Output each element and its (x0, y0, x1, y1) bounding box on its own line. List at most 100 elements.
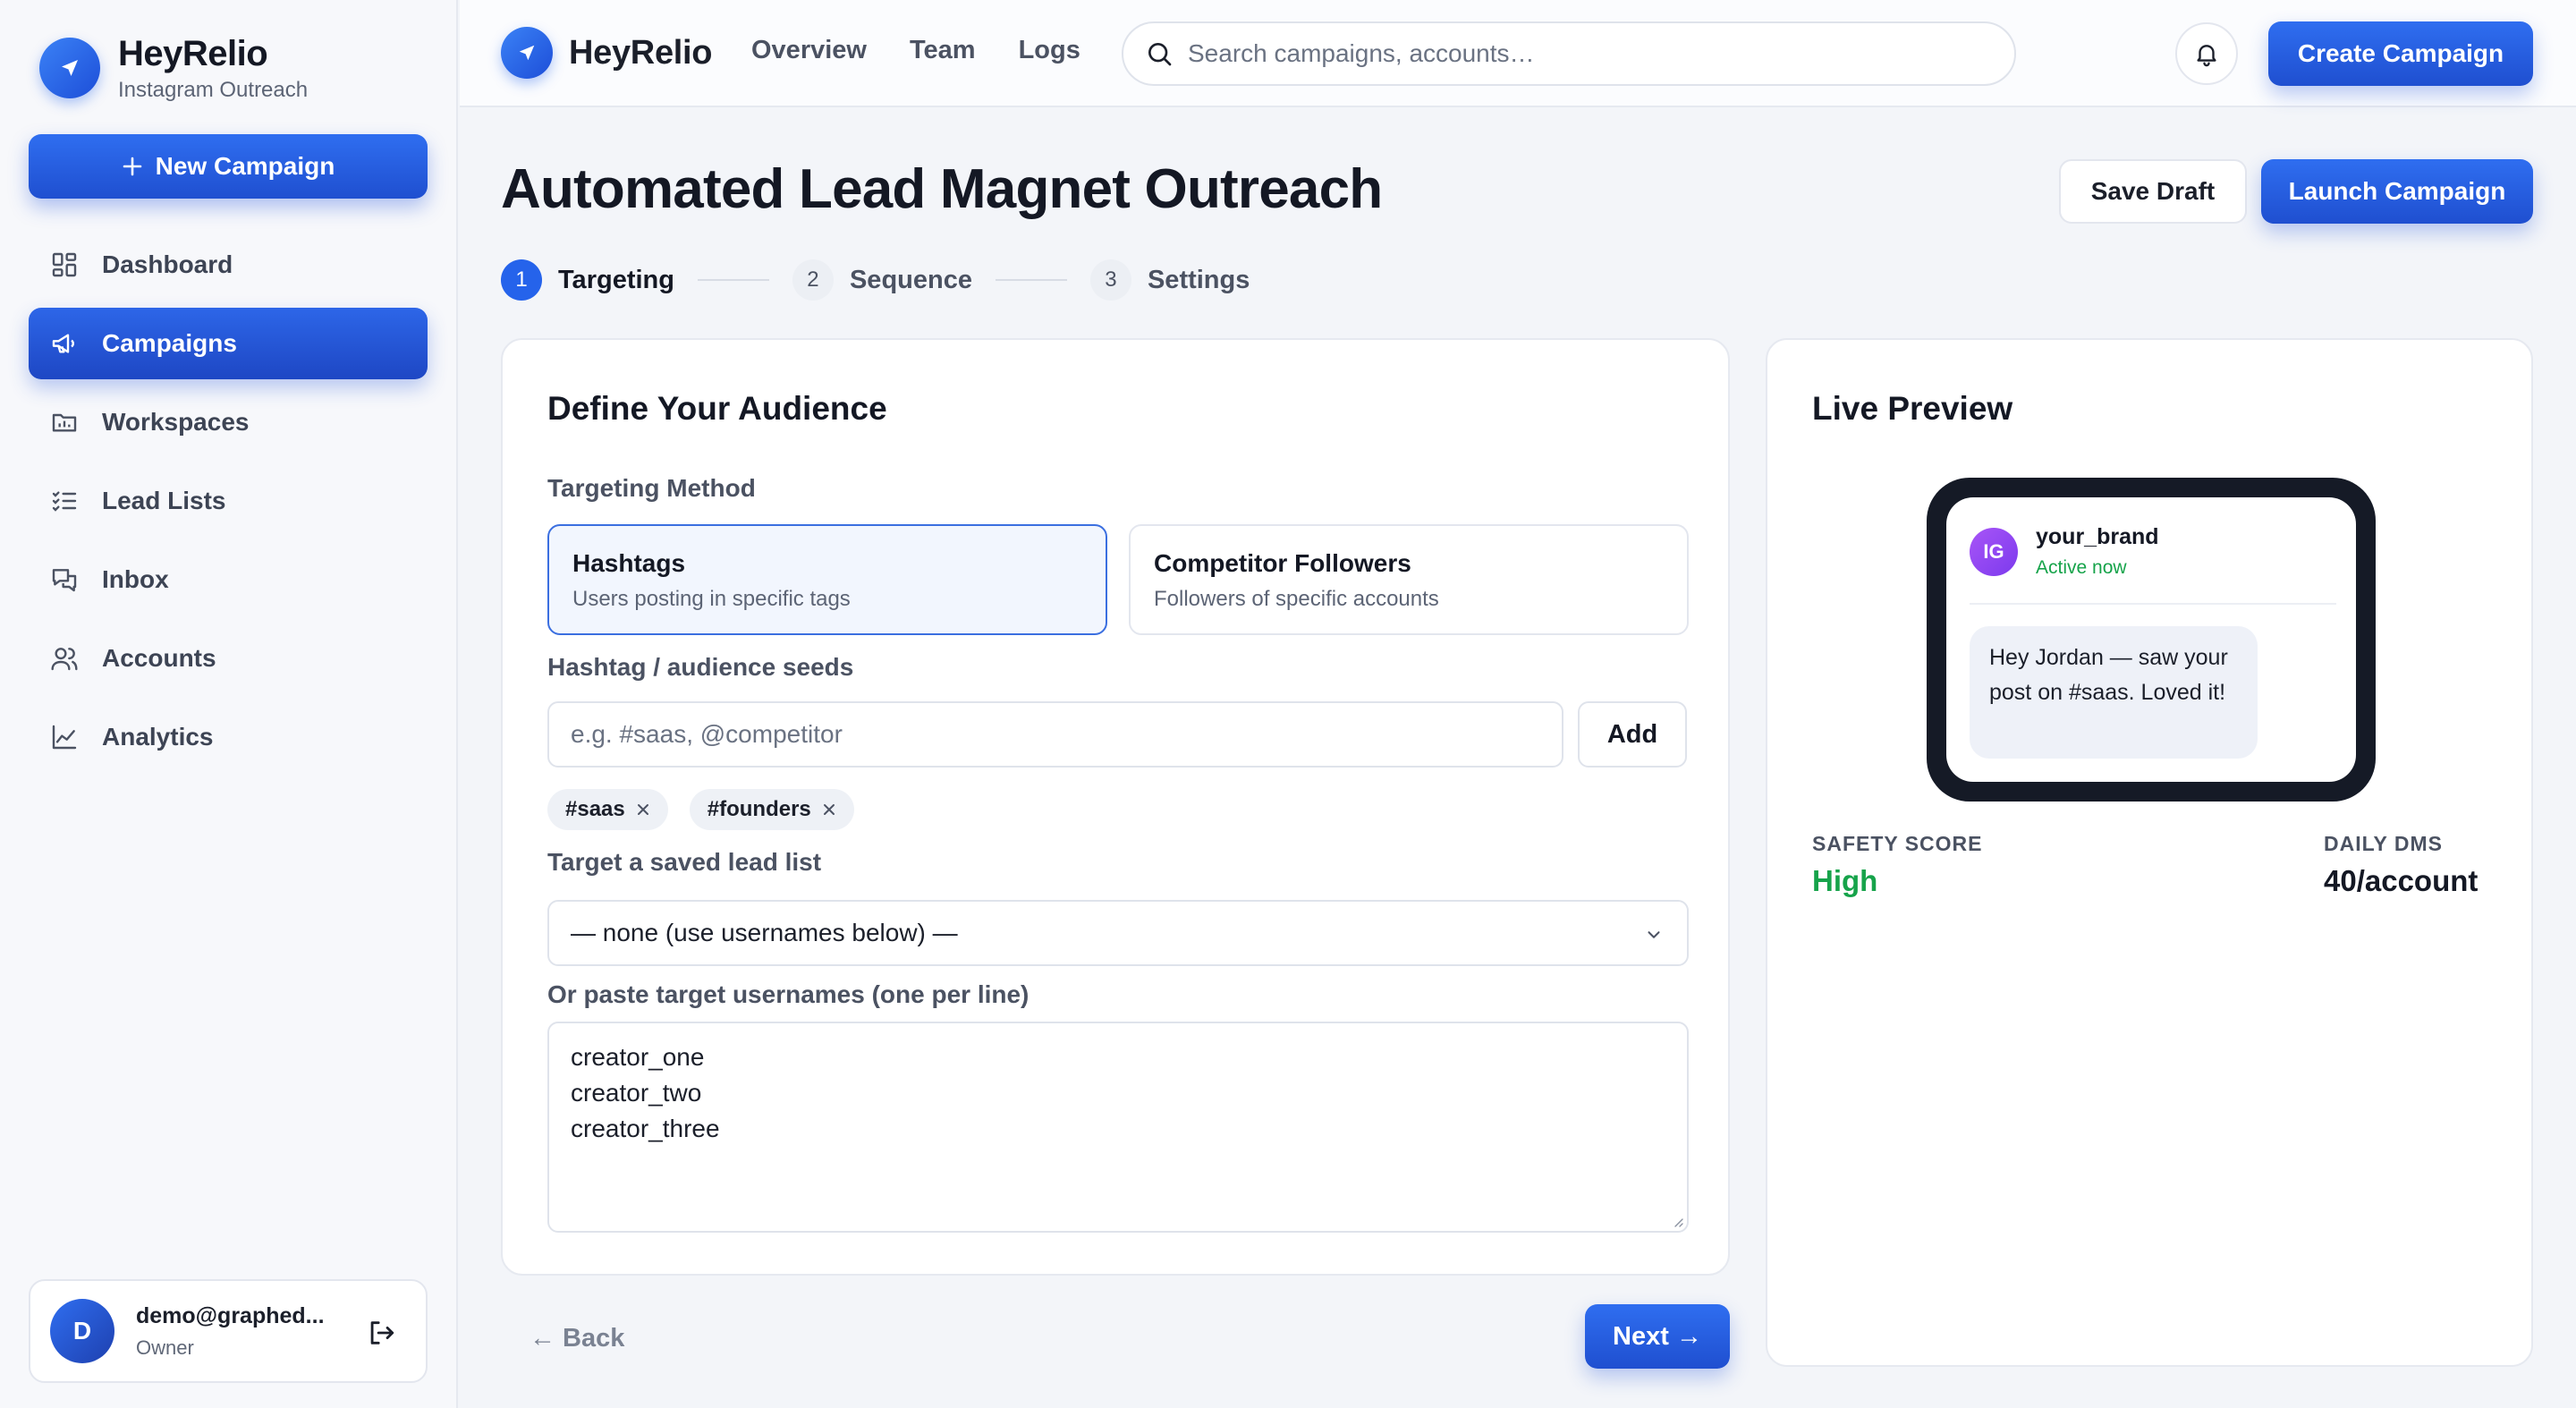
sidebar-item-label: Analytics (102, 723, 214, 751)
save-draft-button[interactable]: Save Draft (2059, 159, 2247, 224)
sidebar-item-label: Accounts (102, 644, 216, 672)
seeds-input[interactable] (547, 701, 1563, 768)
nav-link-overview[interactable]: Overview (751, 36, 867, 65)
username-line: creator_one (571, 1043, 705, 1071)
megaphone-icon (48, 327, 80, 360)
option-competitor-followers[interactable]: Competitor Followers Followers of specif… (1129, 524, 1689, 635)
sidebar-item-dashboard[interactable]: Dashboard (29, 229, 428, 301)
step-targeting[interactable]: 1 Targeting (501, 259, 674, 301)
nav-link-logs[interactable]: Logs (1019, 36, 1080, 65)
page-title: Automated Lead Magnet Outreach (501, 158, 1383, 220)
users-icon (48, 642, 80, 674)
sidebar-item-lead-lists[interactable]: Lead Lists (29, 465, 428, 537)
dm-screen: IG your_brand Active now Hey Jordan — sa… (1946, 497, 2356, 782)
step-number: 3 (1089, 259, 1131, 301)
user-card[interactable]: D demo@graphed... Owner (29, 1279, 428, 1383)
sidebar-item-analytics[interactable]: Analytics (29, 701, 428, 773)
preview-title: Live Preview (1812, 390, 2013, 427)
option-description: Users posting in specific tags (572, 587, 851, 611)
tag-chip: #saas (547, 789, 668, 830)
step-label: Settings (1147, 265, 1250, 294)
safety-score-label: SAFETY SCORE (1812, 832, 1983, 855)
paper-plane-icon (39, 38, 100, 98)
step-label: Targeting (558, 265, 674, 294)
paper-plane-icon (501, 27, 553, 79)
bell-icon (2193, 40, 2220, 67)
sidebar-item-campaigns[interactable]: Campaigns (29, 308, 428, 379)
folder-chart-icon (48, 406, 80, 438)
launch-campaign-button[interactable]: Launch Campaign (2261, 159, 2533, 224)
lead-list-label: Target a saved lead list (547, 848, 822, 876)
create-campaign-button[interactable]: Create Campaign (2268, 21, 2533, 86)
dashboard-icon (48, 249, 80, 281)
username-line: creator_three (571, 1115, 720, 1142)
sidebar-item-label: Inbox (102, 565, 169, 593)
avatar: IG (1970, 527, 2018, 576)
sidebar-item-accounts[interactable]: Accounts (29, 623, 428, 694)
step-number: 2 (792, 259, 834, 301)
dm-status: Active now (2036, 557, 2127, 578)
option-hashtags[interactable]: Hashtags Users posting in specific tags (547, 524, 1107, 635)
daily-dms-value: 40/account (2324, 864, 2479, 897)
step-settings[interactable]: 3 Settings (1089, 259, 1250, 301)
sidebar-item-label: Workspaces (102, 408, 250, 436)
dm-username: your_brand (2036, 524, 2159, 549)
tag-chip: #founders (689, 789, 854, 830)
close-icon[interactable] (636, 802, 650, 817)
chevron-down-icon (1644, 925, 1664, 945)
username-line: creator_two (571, 1079, 702, 1107)
add-seed-button[interactable]: Add (1578, 701, 1687, 768)
daily-dms-label: DAILY DMS (2324, 832, 2443, 855)
line-chart-icon (48, 721, 80, 753)
checklist-icon (48, 485, 80, 517)
back-button[interactable]: ← Back (530, 1320, 624, 1356)
search-icon (1145, 39, 1174, 68)
sidebar: HeyRelio Instagram Outreach New Campaign… (0, 0, 458, 1408)
nav-link-team[interactable]: Team (910, 36, 976, 65)
topbar-brand[interactable]: HeyRelio (501, 27, 713, 79)
topbar-brand-name: HeyRelio (569, 33, 713, 72)
step-number: 1 (501, 259, 542, 301)
tag-label: #saas (565, 797, 625, 821)
resize-handle-icon[interactable] (1671, 1215, 1683, 1227)
live-preview-card: Live Preview IG your_brand Active now He… (1766, 338, 2533, 1367)
user-role: Owner (136, 1336, 194, 1359)
search-bar[interactable] (1122, 21, 2016, 86)
search-input[interactable] (1188, 39, 1993, 68)
option-title: Hashtags (572, 549, 686, 577)
sidebar-item-workspaces[interactable]: Workspaces (29, 386, 428, 458)
notifications-button[interactable] (2175, 22, 2238, 85)
form-title: Define Your Audience (547, 390, 887, 427)
step-sequence[interactable]: 2 Sequence (792, 259, 972, 301)
option-description: Followers of specific accounts (1154, 587, 1439, 611)
chat-icon (48, 564, 80, 596)
step-divider (995, 279, 1067, 281)
message-bubble: Hey Jordan — saw your post on #saas. Lov… (1970, 626, 2258, 759)
audience-form-card: Define Your Audience Targeting Method Ha… (501, 338, 1730, 1276)
next-button[interactable]: Next → (1585, 1304, 1730, 1369)
seeds-label: Hashtag / audience seeds (547, 653, 854, 681)
logout-icon[interactable] (363, 1315, 399, 1351)
sidebar-nav: Dashboard Campaigns Workspaces Lead List… (29, 229, 428, 780)
sidebar-item-label: Dashboard (102, 250, 233, 278)
new-campaign-button[interactable]: New Campaign (29, 134, 428, 199)
sidebar-brand[interactable]: HeyRelio Instagram Outreach (39, 32, 308, 104)
sidebar-item-inbox[interactable]: Inbox (29, 544, 428, 615)
safety-score-value: High (1812, 864, 1878, 897)
usernames-textarea[interactable]: creator_one creator_two creator_three (547, 1022, 1689, 1233)
lead-list-select[interactable]: — none (use usernames below) — (547, 900, 1689, 966)
seed-tags: #saas #founders (547, 789, 854, 830)
step-label: Sequence (849, 265, 972, 294)
divider (1970, 603, 2336, 605)
phone-mockup: IG your_brand Active now Hey Jordan — sa… (1927, 478, 2376, 802)
targeting-method-label: Targeting Method (547, 474, 756, 502)
user-email: demo@graphed... (136, 1302, 325, 1328)
sidebar-item-label: Lead Lists (102, 487, 226, 514)
option-title: Competitor Followers (1154, 549, 1411, 577)
tag-label: #founders (707, 797, 811, 821)
close-icon[interactable] (822, 802, 836, 817)
topbar: HeyRelio Overview Team Logs Create Campa… (460, 0, 2576, 107)
dm-header: IG your_brand Active now (1970, 524, 2159, 579)
sidebar-item-label: Campaigns (102, 329, 237, 357)
new-campaign-label: New Campaign (155, 152, 335, 180)
